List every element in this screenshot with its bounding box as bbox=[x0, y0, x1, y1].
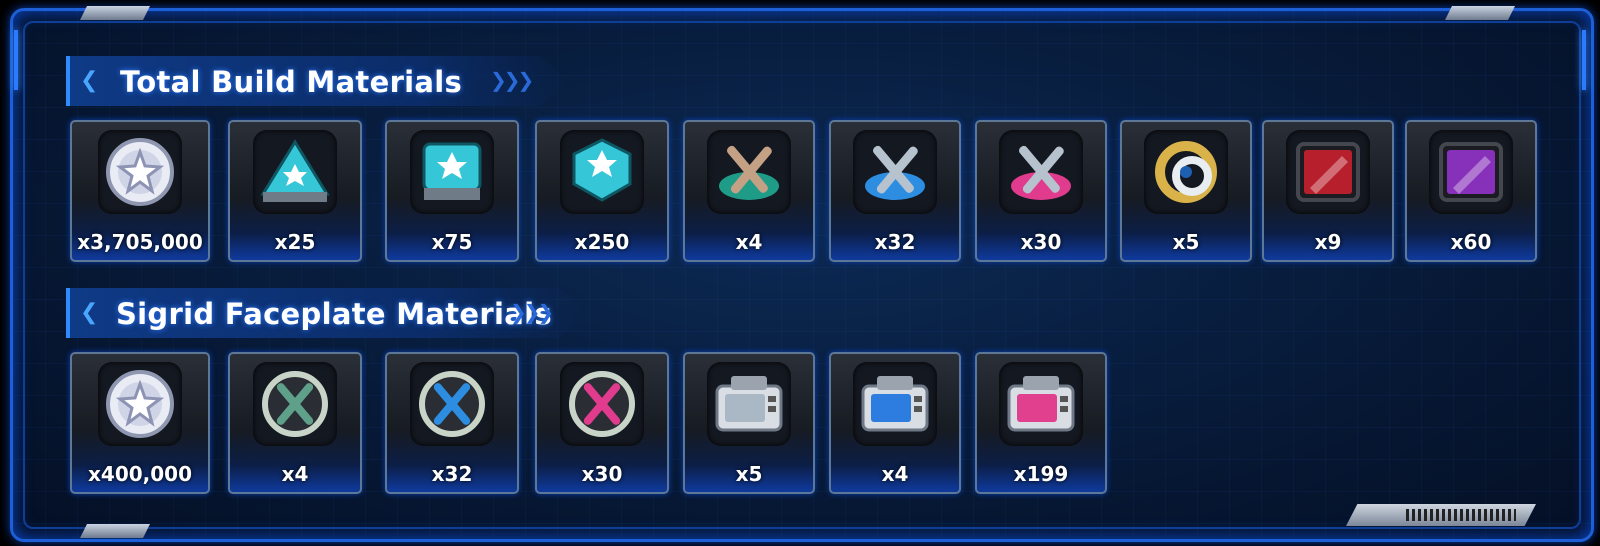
material-tile[interactable]: x25 bbox=[228, 120, 362, 262]
material-tile[interactable]: x30 bbox=[535, 352, 669, 494]
material-tile[interactable]: x199 bbox=[975, 352, 1107, 494]
blue-faceplate-icon bbox=[861, 376, 929, 432]
silver-coin-icon bbox=[106, 138, 174, 206]
material-tile[interactable]: x250 bbox=[535, 120, 669, 262]
material-tile[interactable]: x32 bbox=[385, 352, 519, 494]
material-tile[interactable]: x5 bbox=[1120, 120, 1252, 262]
red-crystal-chip-icon bbox=[1296, 142, 1360, 202]
material-tile[interactable]: x75 bbox=[385, 120, 519, 262]
material-quantity: x30 bbox=[581, 462, 623, 486]
blue-square-cube-icon bbox=[422, 142, 482, 200]
purple-crystal-chip-icon bbox=[1439, 142, 1503, 202]
material-quantity: x4 bbox=[881, 462, 909, 486]
frame-edge-glow bbox=[14, 30, 18, 90]
material-tile[interactable]: x4 bbox=[683, 120, 815, 262]
material-tile[interactable]: x9 bbox=[1262, 120, 1394, 262]
chevron-right-icon: ❯❯❯ bbox=[510, 300, 554, 324]
material-quantity: x32 bbox=[431, 462, 473, 486]
green-bones-disc-icon bbox=[262, 371, 328, 437]
material-quantity: x9 bbox=[1314, 230, 1342, 254]
chevron-left-icon: ❮ bbox=[80, 300, 99, 325]
pink-crossed-bones-icon bbox=[1011, 145, 1071, 200]
blue-hexagon-cube-icon bbox=[572, 138, 632, 202]
section-title: Total Build Materials bbox=[120, 65, 463, 99]
frame-corner-ornament bbox=[1445, 6, 1515, 20]
material-tile[interactable]: x400,000 bbox=[70, 352, 210, 494]
material-tile[interactable]: x4 bbox=[228, 352, 362, 494]
section-banner-total-build: ❮ Total Build Materials ❯❯❯ bbox=[66, 56, 570, 106]
material-quantity: x25 bbox=[274, 230, 316, 254]
material-quantity: x5 bbox=[735, 462, 763, 486]
chevron-right-icon: ❯❯❯ bbox=[490, 68, 534, 92]
material-quantity: x30 bbox=[1020, 230, 1062, 254]
green-crossed-bones-icon bbox=[719, 145, 779, 200]
material-tile[interactable]: x3,705,000 bbox=[70, 120, 210, 262]
frame-edge-glow bbox=[1582, 30, 1586, 90]
silver-coin-icon bbox=[106, 370, 174, 438]
frame-corner-ornament bbox=[80, 6, 150, 20]
chevron-left-icon: ❮ bbox=[80, 68, 99, 93]
material-quantity: x75 bbox=[431, 230, 473, 254]
barcode-decoration bbox=[1346, 504, 1536, 526]
material-quantity: x3,705,000 bbox=[77, 230, 203, 254]
gold-ring-icon bbox=[1155, 141, 1217, 203]
frame-corner-ornament bbox=[80, 524, 150, 538]
material-quantity: x199 bbox=[1013, 462, 1069, 486]
material-quantity: x250 bbox=[574, 230, 630, 254]
material-quantity: x4 bbox=[281, 462, 309, 486]
material-quantity: x5 bbox=[1172, 230, 1200, 254]
material-quantity: x4 bbox=[735, 230, 763, 254]
material-tile[interactable]: x60 bbox=[1405, 120, 1537, 262]
blue-crossed-bones-icon bbox=[865, 145, 925, 200]
silver-faceplate-icon bbox=[715, 376, 783, 432]
material-tile[interactable]: x32 bbox=[829, 120, 961, 262]
section-banner-sigrid-faceplate: ❮ Sigrid Faceplate Materials ❯❯❯ bbox=[66, 288, 590, 338]
material-quantity: x400,000 bbox=[88, 462, 192, 486]
pink-faceplate-icon bbox=[1007, 376, 1075, 432]
pink-bones-disc-icon bbox=[569, 371, 635, 437]
blue-triangle-cube-icon bbox=[260, 139, 330, 202]
material-quantity: x32 bbox=[874, 230, 916, 254]
material-tile[interactable]: x5 bbox=[683, 352, 815, 494]
material-tile[interactable]: x4 bbox=[829, 352, 961, 494]
blue-bones-disc-icon bbox=[419, 371, 485, 437]
material-quantity: x60 bbox=[1450, 230, 1492, 254]
section-title: Sigrid Faceplate Materials bbox=[116, 297, 552, 331]
barcode-bars bbox=[1406, 509, 1516, 521]
material-tile[interactable]: x30 bbox=[975, 120, 1107, 262]
